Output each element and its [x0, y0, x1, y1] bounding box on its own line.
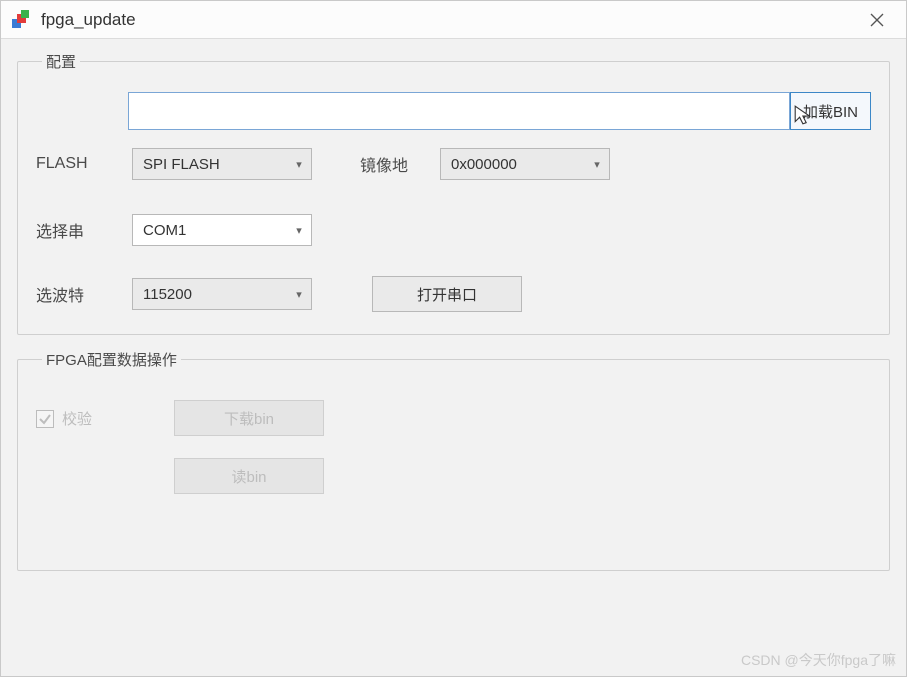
chevron-down-icon: ▾ — [287, 224, 311, 237]
mirror-addr-select[interactable]: 0x000000 ▾ — [440, 148, 610, 180]
baud-select[interactable]: 115200 ▾ — [132, 278, 312, 310]
titlebar: fpga_update — [1, 1, 906, 39]
config-legend: 配置 — [42, 51, 80, 72]
watermark: CSDN @今天你fpga了嘛 — [741, 650, 896, 670]
mirror-addr-value: 0x000000 — [441, 156, 585, 173]
baud-row: 选波特 115200 ▾ 打开串口 — [36, 276, 871, 312]
download-bin-button[interactable]: 下载bin — [174, 400, 324, 436]
flash-select-value: SPI FLASH — [133, 156, 287, 173]
flash-select[interactable]: SPI FLASH ▾ — [132, 148, 312, 180]
verify-checkbox-wrap: 校验 — [36, 400, 156, 429]
flash-row: FLASH SPI FLASH ▾ 镜像地 0x000000 ▾ — [36, 148, 871, 180]
serial-value: COM1 — [133, 222, 287, 239]
load-bin-button[interactable]: 加载BIN — [790, 92, 871, 130]
file-row: 加载BIN — [36, 92, 871, 130]
serial-label: 选择串 — [36, 218, 132, 242]
ops-row: 校验 下载bin 读bin — [36, 400, 871, 494]
close-button[interactable] — [858, 1, 896, 39]
app-icon — [11, 10, 31, 30]
verify-checkbox[interactable] — [36, 410, 54, 428]
ops-legend: FPGA配置数据操作 — [42, 349, 181, 370]
window-title: fpga_update — [41, 10, 858, 30]
client-area: 配置 加载BIN FLASH SPI FLASH ▾ — [1, 39, 906, 676]
config-group: 配置 加载BIN FLASH SPI FLASH ▾ — [17, 51, 890, 335]
baud-value: 115200 — [133, 286, 287, 303]
read-bin-button[interactable]: 读bin — [174, 458, 324, 494]
ops-buttons: 下载bin 读bin — [174, 400, 324, 494]
chevron-down-icon: ▾ — [585, 158, 609, 171]
serial-row: 选择串 COM1 ▾ — [36, 214, 871, 246]
verify-label: 校验 — [62, 408, 92, 429]
mirror-addr-label: 镜像地 — [360, 152, 440, 176]
flash-label: FLASH — [36, 155, 132, 173]
serial-select[interactable]: COM1 ▾ — [132, 214, 312, 246]
open-port-button[interactable]: 打开串口 — [372, 276, 522, 312]
check-icon — [38, 412, 52, 426]
bin-path-input[interactable] — [128, 92, 790, 130]
chevron-down-icon: ▾ — [287, 288, 311, 301]
baud-label: 选波特 — [36, 282, 132, 306]
chevron-down-icon: ▾ — [287, 158, 311, 171]
app-window: fpga_update 配置 加载BIN FLASH — [0, 0, 907, 677]
close-icon — [870, 13, 884, 27]
ops-group: FPGA配置数据操作 校验 下载bin 读bin — [17, 349, 890, 571]
